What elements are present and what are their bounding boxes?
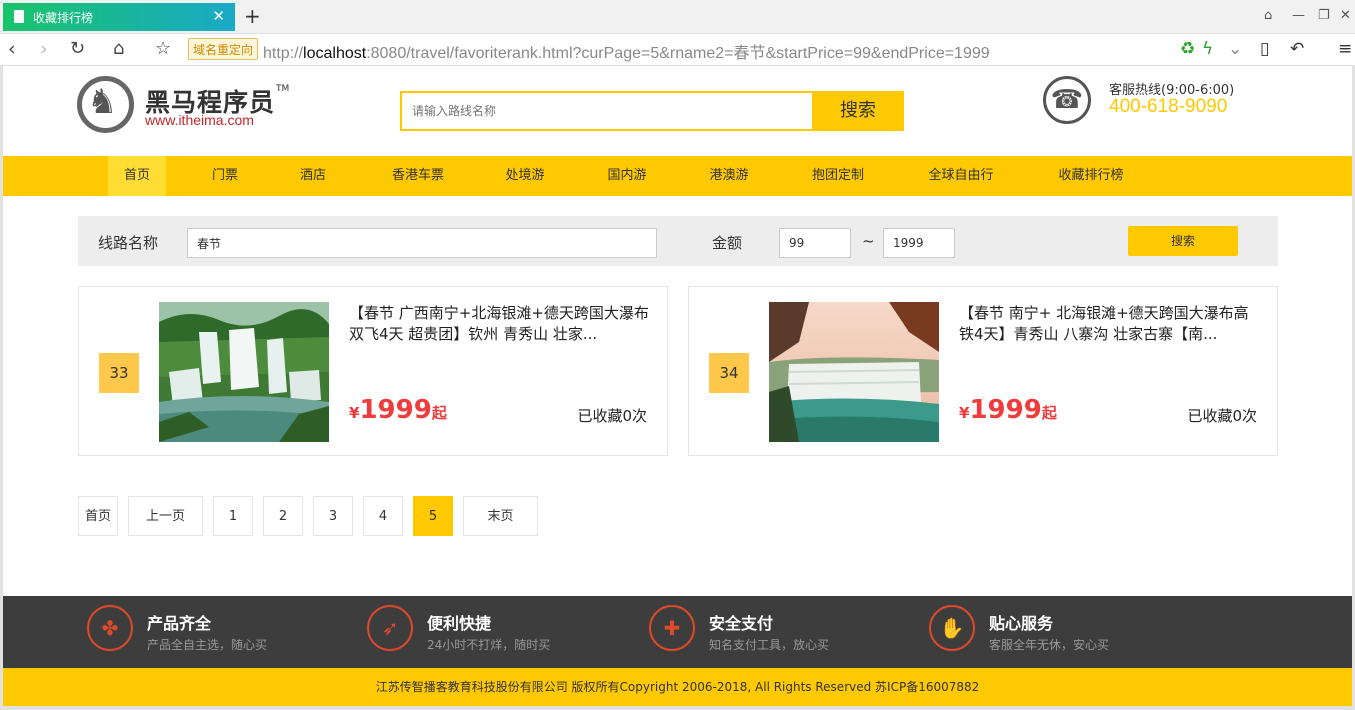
- route-name-input[interactable]: [187, 228, 657, 258]
- nav-item-tickets[interactable]: 门票: [203, 156, 247, 196]
- nav-item-home[interactable]: 首页: [108, 156, 166, 196]
- nav-item-domestic[interactable]: 国内游: [599, 156, 655, 196]
- clover-icon: ✤: [87, 605, 133, 651]
- url-prefix: http://: [263, 45, 304, 62]
- page-number[interactable]: 3: [313, 496, 353, 536]
- url-field[interactable]: http://localhost:8080/travel/favoriteran…: [263, 39, 990, 63]
- route-name-label: 线路名称: [98, 234, 159, 252]
- home-icon[interactable]: ⌂: [113, 38, 124, 59]
- route-image[interactable]: [159, 302, 329, 442]
- route-title[interactable]: 【春节 南宁+ 北海银滩+德天跨国大瀑布高铁4天】青秀山 八寨沟 壮家古寨【南.…: [959, 303, 1259, 347]
- shield-icon: ✚: [649, 605, 695, 651]
- rank-badge: 33: [99, 353, 139, 393]
- menu-icon[interactable]: ≡: [1338, 39, 1352, 59]
- route-search-box: 搜索: [400, 91, 904, 131]
- route-card[interactable]: 34 【春节 南宁+ 北海银滩+德天跨国大瀑布高铁4天】青秀山 八寨沟 壮家古寨…: [688, 286, 1278, 456]
- redirect-tag[interactable]: 域名重定向: [188, 38, 259, 60]
- nav-item-outbound[interactable]: 处境游: [497, 156, 553, 196]
- price-value: 1999: [359, 395, 432, 425]
- waterfall-image: [159, 302, 329, 442]
- copyright-bar: 江苏传智播客教育科技股份有限公司 版权所有Copyright 2006-2018…: [3, 668, 1352, 706]
- window-frame-bottom: [0, 706, 1355, 710]
- back-icon[interactable]: ‹: [8, 38, 16, 60]
- feature-subtitle: 知名支付工具，放心买: [709, 638, 830, 652]
- footer-features: ✤ 产品齐全 产品全自主选，随心买 ➶ 便利快捷 24小时不打烊，随时买 ✚ 安…: [3, 596, 1352, 668]
- range-separator: ~: [862, 232, 875, 250]
- route-price: ¥1999起: [959, 395, 1057, 425]
- close-tab-icon[interactable]: ✕: [212, 7, 225, 25]
- feature-title: 安全支付: [709, 614, 774, 633]
- document-icon: [14, 10, 24, 23]
- nav-item-hk-macau[interactable]: 港澳游: [701, 156, 757, 196]
- url-path: :8080/travel/favoriterank.html?curPage=5…: [366, 45, 990, 62]
- nav-item-hotels[interactable]: 酒店: [291, 156, 335, 196]
- nav-item-global[interactable]: 全球自由行: [919, 156, 1003, 196]
- page-number[interactable]: 1: [213, 496, 253, 536]
- route-image[interactable]: [769, 302, 939, 442]
- min-price-input[interactable]: [779, 228, 851, 258]
- logo-url: www.itheima.com: [145, 112, 254, 128]
- bookmark-star-icon[interactable]: ☆: [155, 38, 171, 59]
- price-value: 1999: [969, 395, 1042, 425]
- price-suffix: 起: [1041, 404, 1057, 422]
- rocket-icon: ➶: [367, 605, 413, 651]
- page-last[interactable]: 末页: [463, 496, 538, 536]
- currency-symbol: ¥: [959, 404, 970, 422]
- filter-search-button[interactable]: 搜索: [1128, 226, 1238, 256]
- feature-subtitle: 客服全年无休，安心买: [989, 638, 1110, 652]
- nav-item-hk-bus[interactable]: 香港车票: [383, 156, 453, 196]
- undo-icon[interactable]: ↶: [1290, 39, 1304, 59]
- feature-subtitle: 产品全自主选，随心买: [147, 638, 268, 652]
- url-host: localhost: [303, 45, 367, 62]
- page-prev[interactable]: 上一页: [128, 496, 203, 536]
- page-first[interactable]: 首页: [78, 496, 118, 536]
- feature-title: 贴心服务: [989, 614, 1054, 633]
- route-card[interactable]: 33 【春节 广西南宁+北海银滩+德天跨国大瀑布双飞4天 超贵团】钦州 青秀山 …: [78, 286, 668, 456]
- currency-symbol: ¥: [349, 404, 360, 422]
- security-icon[interactable]: ♻: [1180, 39, 1195, 59]
- forward-icon[interactable]: ›: [40, 38, 48, 60]
- feature-title: 便利快捷: [427, 614, 492, 633]
- rank-badge: 34: [709, 353, 749, 393]
- main-nav: 首页 门票 酒店 香港车票 处境游 国内游 港澳游 抱团定制 全球自由行 收藏排…: [3, 156, 1352, 196]
- page-number[interactable]: 2: [263, 496, 303, 536]
- page-number-current[interactable]: 5: [413, 496, 453, 536]
- thumbs-up-icon: ✋: [929, 605, 975, 651]
- lightning-icon[interactable]: ϟ: [1202, 39, 1213, 59]
- phone-device-icon[interactable]: ▯: [1260, 39, 1269, 59]
- browser-tab-title: 收藏排行榜: [33, 11, 94, 25]
- hotline-number: 400-618-9090: [1109, 96, 1228, 117]
- phone-icon: ☎: [1043, 76, 1091, 124]
- trademark: TM: [276, 84, 290, 94]
- filter-bar: 线路名称 金额 ~ 搜索: [78, 216, 1278, 266]
- nav-item-favorite-rank[interactable]: 收藏排行榜: [1049, 156, 1133, 196]
- route-search-input[interactable]: [402, 93, 814, 129]
- skin-icon[interactable]: ⌂: [1264, 8, 1272, 23]
- address-bar: ‹ › ↻ ⌂ ☆ 域名重定向 http://localhost:8080/tr…: [0, 34, 1355, 66]
- waterfall-image: [769, 302, 939, 442]
- chevron-down-icon[interactable]: ⌄: [1228, 39, 1242, 59]
- new-tab-button[interactable]: +: [244, 4, 261, 28]
- feature-subtitle: 24小时不打烊，随时买: [427, 638, 551, 652]
- favorite-count: 已收藏0次: [1187, 407, 1257, 425]
- route-title[interactable]: 【春节 广西南宁+北海银滩+德天跨国大瀑布双飞4天 超贵团】钦州 青秀山 壮家.…: [349, 303, 649, 347]
- max-price-input[interactable]: [883, 228, 955, 258]
- minimize-icon[interactable]: —: [1292, 8, 1305, 23]
- price-suffix: 起: [431, 404, 447, 422]
- nav-item-custom[interactable]: 抱团定制: [803, 156, 873, 196]
- reload-icon[interactable]: ↻: [70, 38, 85, 59]
- close-window-icon[interactable]: ✕: [1340, 8, 1351, 23]
- site-logo[interactable]: ♞ 黑马程序员 TM www.itheima.com: [77, 76, 290, 134]
- restore-icon[interactable]: ❐: [1318, 8, 1330, 23]
- favorite-count: 已收藏0次: [577, 407, 647, 425]
- amount-label: 金额: [712, 234, 743, 252]
- browser-tab[interactable]: 收藏排行榜 ✕: [3, 3, 235, 31]
- route-price: ¥1999起: [349, 395, 447, 425]
- horse-icon: ♞: [87, 82, 118, 122]
- route-search-button[interactable]: 搜索: [812, 91, 904, 131]
- feature-title: 产品齐全: [147, 614, 212, 633]
- browser-tab-bar: 收藏排行榜 ✕ + ⌂ — ❐ ✕: [0, 0, 1355, 34]
- page-number[interactable]: 4: [363, 496, 403, 536]
